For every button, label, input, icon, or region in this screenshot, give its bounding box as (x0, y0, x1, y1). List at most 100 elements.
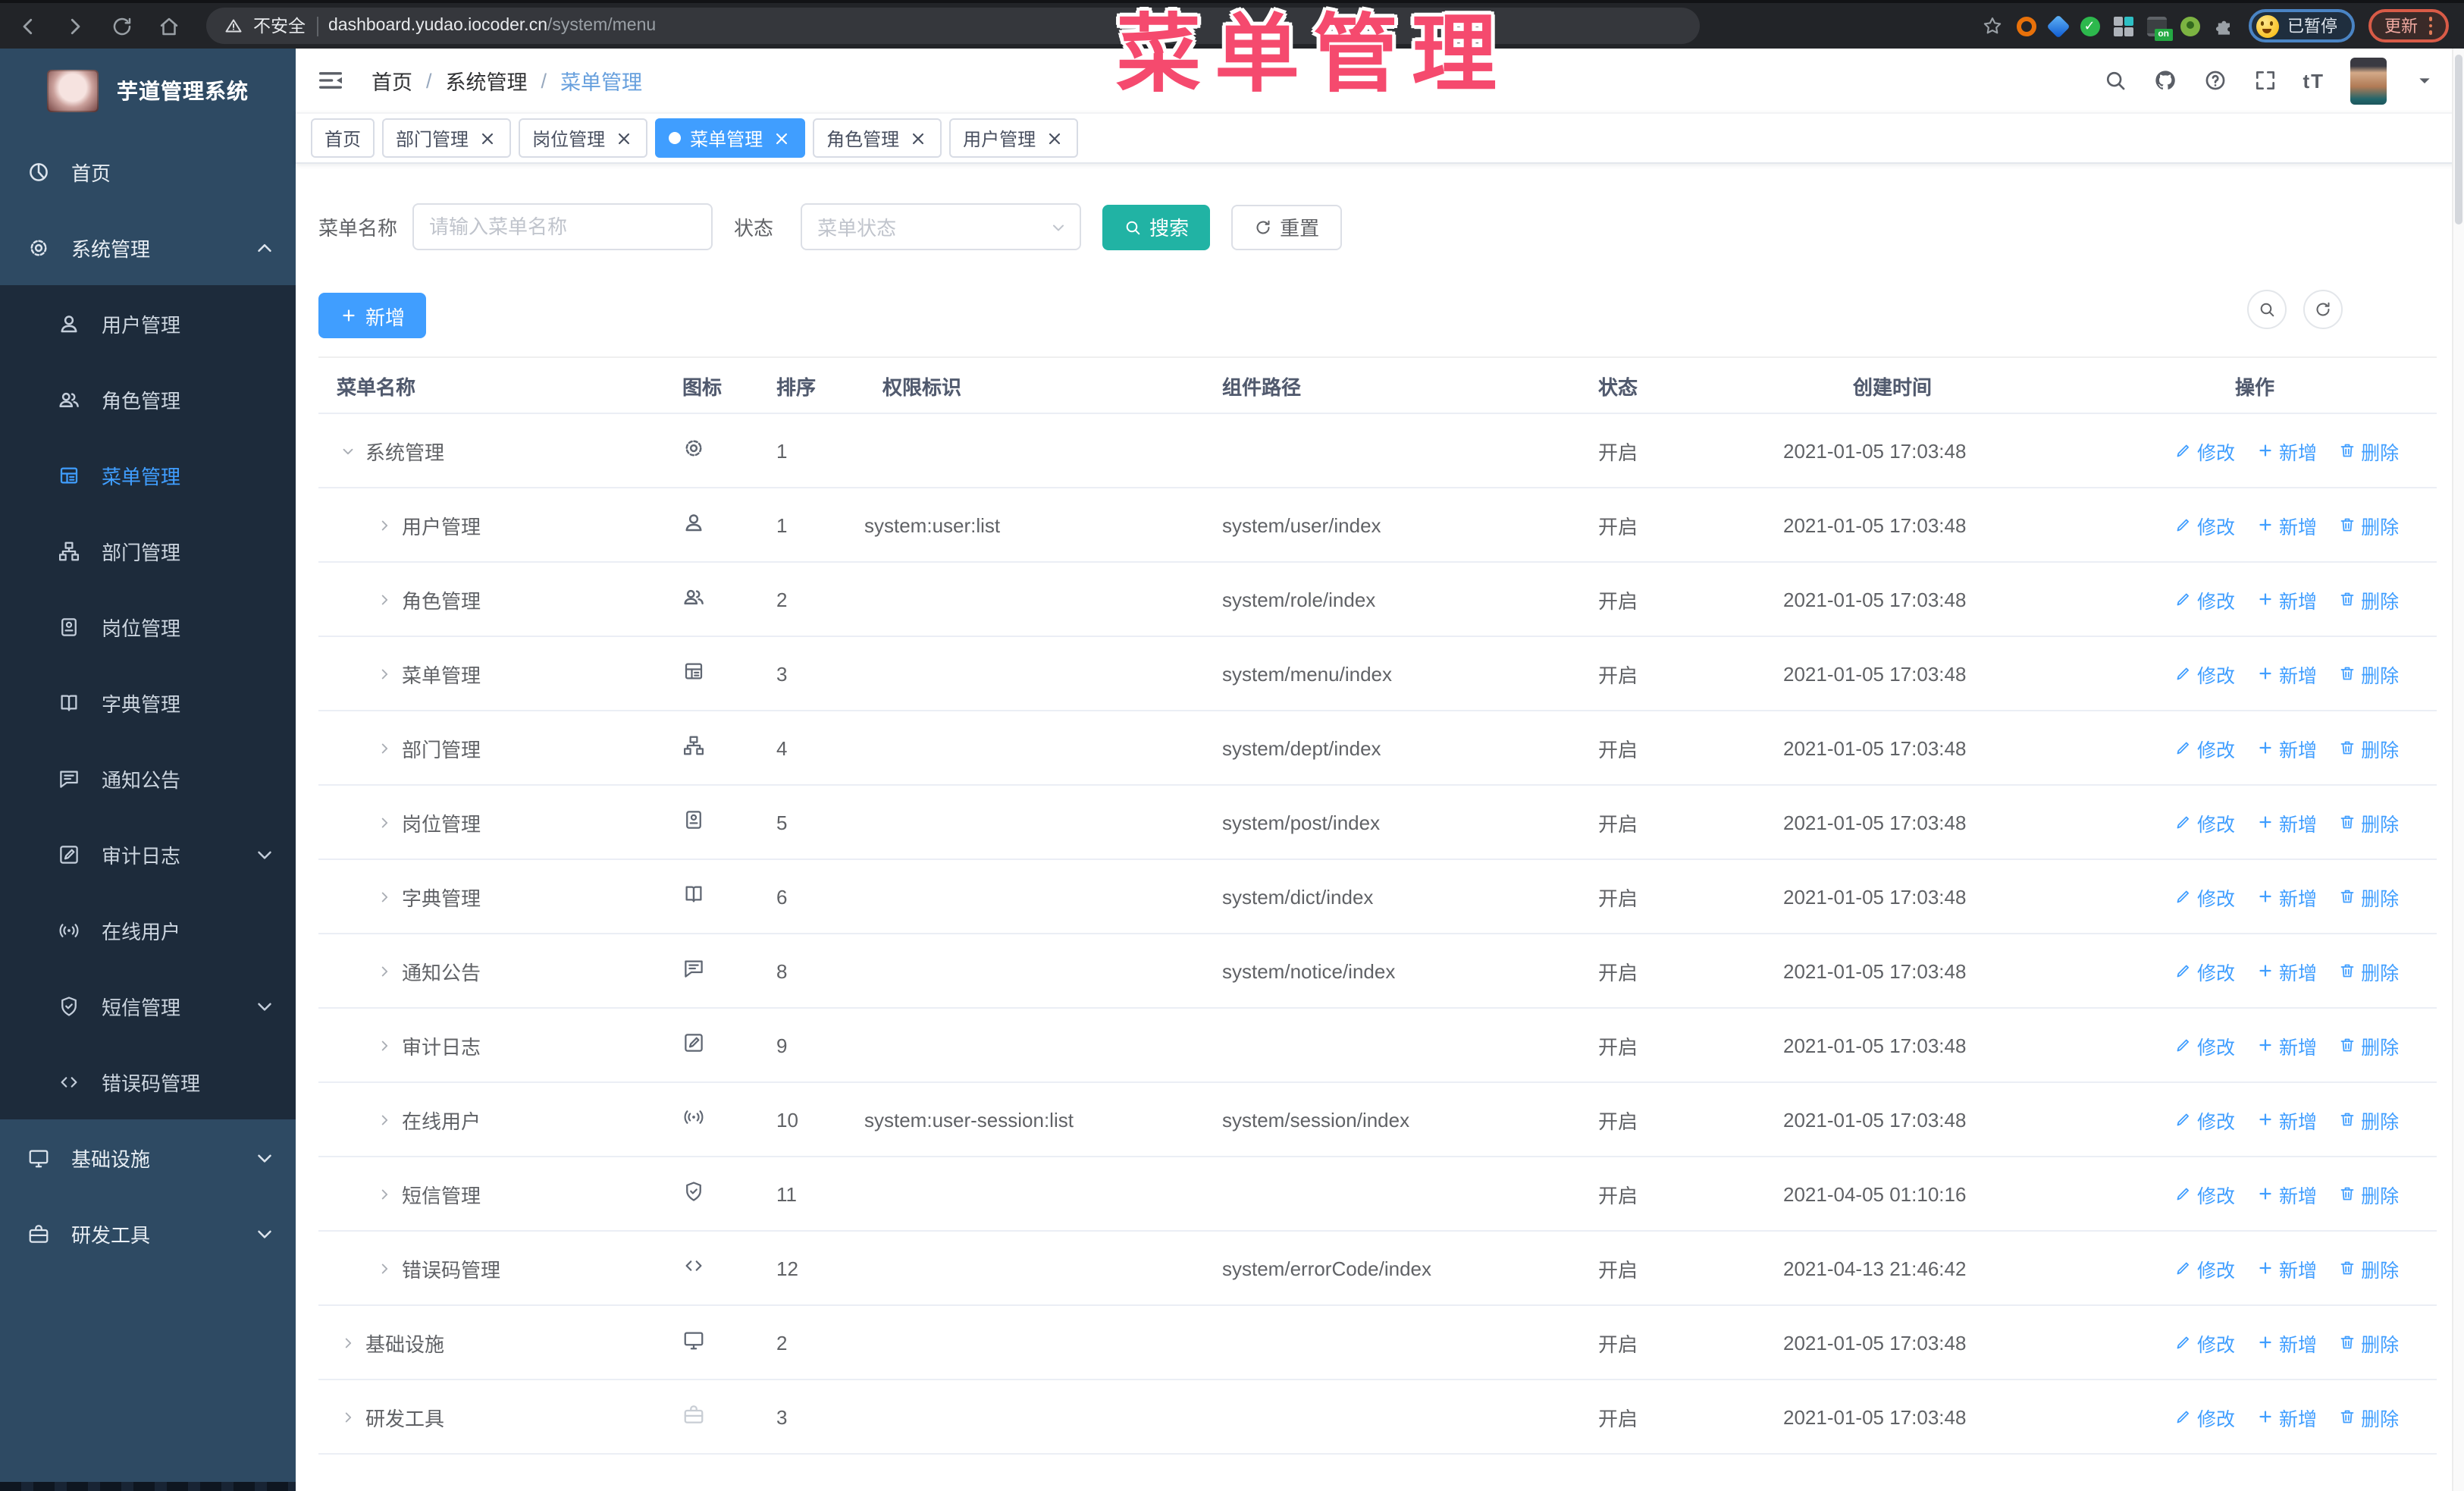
tab-item[interactable]: 部门管理 (382, 118, 512, 158)
browser-back-button[interactable] (8, 6, 47, 46)
extension-icon[interactable] (2113, 16, 2133, 36)
app-logo-row[interactable]: 芋道管理系统 (0, 49, 296, 133)
add-child-link[interactable]: 新增 (2256, 659, 2317, 688)
delete-link[interactable]: 删除 (2338, 585, 2399, 614)
chevron-right-icon[interactable] (376, 516, 393, 533)
browser-forward-button[interactable] (55, 6, 94, 46)
fullscreen-icon[interactable] (2252, 68, 2277, 93)
edit-link[interactable]: 修改 (2174, 733, 2235, 762)
tab-item[interactable]: 首页 (311, 118, 375, 158)
bookmark-star-icon[interactable] (1981, 15, 2002, 36)
refresh-table-button[interactable] (2303, 290, 2343, 329)
edit-link[interactable]: 修改 (2174, 1328, 2235, 1357)
delete-link[interactable]: 删除 (2338, 1179, 2399, 1208)
chevron-right-icon[interactable] (376, 814, 393, 830)
tab-item[interactable]: 岗位管理 (519, 118, 648, 158)
chevron-right-icon[interactable] (340, 1334, 356, 1351)
font-size-icon[interactable]: tT (2303, 69, 2324, 92)
add-child-link[interactable]: 新增 (2256, 585, 2317, 614)
extension-icon[interactable]: on (2146, 16, 2172, 40)
add-child-link[interactable]: 新增 (2256, 733, 2317, 762)
sidebar-item[interactable]: 首页 (0, 133, 296, 209)
page-scrollbar[interactable] (2452, 49, 2464, 1491)
close-icon[interactable] (478, 128, 497, 148)
add-child-link[interactable]: 新增 (2256, 1031, 2317, 1059)
edit-link[interactable]: 修改 (2174, 510, 2235, 539)
breadcrumb-item[interactable]: 系统管理 (446, 65, 528, 96)
delete-link[interactable]: 删除 (2338, 808, 2399, 837)
edit-link[interactable]: 修改 (2174, 808, 2235, 837)
delete-link[interactable]: 删除 (2338, 1254, 2399, 1282)
chevron-right-icon[interactable] (376, 739, 393, 756)
delete-link[interactable]: 删除 (2338, 1031, 2399, 1059)
edit-link[interactable]: 修改 (2174, 585, 2235, 614)
delete-link[interactable]: 删除 (2338, 882, 2399, 911)
chevron-right-icon[interactable] (376, 591, 393, 607)
delete-link[interactable]: 删除 (2338, 1402, 2399, 1431)
hide-search-button[interactable] (2247, 290, 2287, 329)
chevron-right-icon[interactable] (376, 665, 393, 682)
delete-link[interactable]: 删除 (2338, 510, 2399, 539)
add-child-link[interactable]: 新增 (2256, 436, 2317, 465)
sidebar-item[interactable]: 系统管理 (0, 209, 296, 285)
chevron-right-icon[interactable] (376, 1037, 393, 1053)
sidebar-item[interactable]: 基础设施 (0, 1119, 296, 1195)
chevron-right-icon[interactable] (340, 1408, 356, 1425)
edit-link[interactable]: 修改 (2174, 1254, 2235, 1282)
sidebar-item[interactable]: 审计日志 (0, 816, 296, 892)
add-button[interactable]: 新增 (318, 293, 427, 338)
edit-link[interactable]: 修改 (2174, 1179, 2235, 1208)
chevron-right-icon[interactable] (376, 888, 393, 905)
chevron-right-icon[interactable] (376, 962, 393, 979)
sidebar-item[interactable]: 研发工具 (0, 1195, 296, 1271)
sidebar-item[interactable]: 菜单管理 (0, 437, 296, 513)
close-icon[interactable] (1045, 128, 1064, 148)
reset-button[interactable]: 重置 (1231, 204, 1343, 250)
chevron-right-icon[interactable] (376, 1260, 393, 1276)
delete-link[interactable]: 删除 (2338, 1105, 2399, 1134)
sidebar-item[interactable]: 短信管理 (0, 968, 296, 1044)
help-icon[interactable] (2202, 68, 2227, 93)
sidebar-item[interactable]: 部门管理 (0, 513, 296, 589)
tab-item[interactable]: 角色管理 (813, 118, 942, 158)
edit-link[interactable]: 修改 (2174, 1031, 2235, 1059)
add-child-link[interactable]: 新增 (2256, 1328, 2317, 1357)
edit-link[interactable]: 修改 (2174, 956, 2235, 985)
scrollbar-thumb[interactable] (2455, 55, 2462, 224)
chevron-down-icon[interactable] (2412, 68, 2437, 93)
tab-item[interactable]: 用户管理 (949, 118, 1079, 158)
extension-icon[interactable] (2180, 16, 2199, 36)
extension-icon[interactable]: ✓ (2080, 16, 2099, 36)
extensions-puzzle-icon[interactable] (2213, 15, 2234, 36)
search-button[interactable]: 搜索 (1102, 204, 1211, 250)
edit-link[interactable]: 修改 (2174, 1105, 2235, 1134)
chevron-right-icon[interactable] (376, 1185, 393, 1202)
sidebar-item[interactable]: 岗位管理 (0, 589, 296, 664)
edit-link[interactable]: 修改 (2174, 659, 2235, 688)
sidebar-item[interactable]: 角色管理 (0, 361, 296, 437)
delete-link[interactable]: 删除 (2338, 1328, 2399, 1357)
sidebar-scrollbar[interactable] (0, 1482, 296, 1491)
close-icon[interactable] (772, 128, 792, 148)
sidebar-item[interactable]: 字典管理 (0, 664, 296, 740)
sidebar-item[interactable]: 通知公告 (0, 740, 296, 816)
close-icon[interactable] (614, 128, 634, 148)
extension-icon[interactable] (2016, 16, 2036, 36)
edit-link[interactable]: 修改 (2174, 882, 2235, 911)
add-child-link[interactable]: 新增 (2256, 808, 2317, 837)
add-child-link[interactable]: 新增 (2256, 882, 2317, 911)
edit-link[interactable]: 修改 (2174, 436, 2235, 465)
browser-update-button[interactable]: 更新 (2368, 9, 2449, 42)
delete-link[interactable]: 删除 (2338, 956, 2399, 985)
sidebar-item[interactable]: 错误码管理 (0, 1044, 296, 1119)
add-child-link[interactable]: 新增 (2256, 510, 2317, 539)
github-icon[interactable] (2152, 68, 2177, 93)
profile-paused-chip[interactable]: 已暂停 (2248, 9, 2354, 42)
browser-reload-button[interactable] (102, 6, 141, 46)
add-child-link[interactable]: 新增 (2256, 1179, 2317, 1208)
tab-active[interactable]: 菜单管理 (655, 118, 806, 158)
status-select[interactable]: 菜单状态 (801, 203, 1082, 250)
close-icon[interactable] (908, 128, 928, 148)
add-child-link[interactable]: 新增 (2256, 1402, 2317, 1431)
browser-home-button[interactable] (149, 6, 188, 46)
